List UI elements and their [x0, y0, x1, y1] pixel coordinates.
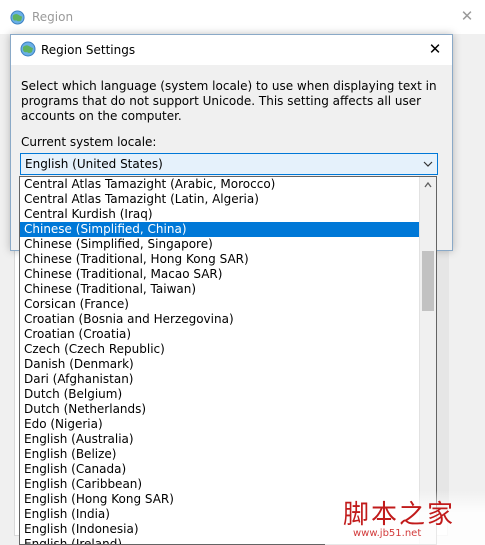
locale-option[interactable]: Dari (Afghanistan)	[20, 372, 420, 387]
locale-option[interactable]: English (Belize)	[20, 447, 420, 462]
globe-icon	[10, 10, 25, 28]
outer-window-title: Region	[32, 10, 74, 24]
locale-option[interactable]: Central Atlas Tamazight (Arabic, Morocco…	[20, 177, 420, 192]
globe-icon	[20, 41, 36, 60]
locale-option[interactable]: Croatian (Bosnia and Herzegovina)	[20, 312, 420, 327]
locale-option[interactable]: Croatian (Croatia)	[20, 327, 420, 342]
outer-window-titlebar: Region ✕	[0, 0, 485, 34]
locale-option[interactable]: Dutch (Netherlands)	[20, 402, 420, 417]
locale-option[interactable]: Chinese (Traditional, Macao SAR)	[20, 267, 420, 282]
chevron-down-icon	[422, 157, 434, 174]
locale-option[interactable]: English (Australia)	[20, 432, 420, 447]
dropdown-scrollbar[interactable]	[419, 177, 436, 544]
locale-option[interactable]: Chinese (Simplified, China)	[20, 222, 420, 237]
locale-option[interactable]: Danish (Denmark)	[20, 357, 420, 372]
system-locale-select[interactable]: English (United States)	[20, 153, 438, 175]
current-locale-label: Current system locale:	[21, 135, 157, 149]
close-icon[interactable]: ✕	[459, 7, 475, 25]
site-watermark: 脚本之家 www.jb51.net	[325, 490, 485, 545]
locale-option[interactable]: Chinese (Simplified, Singapore)	[20, 237, 420, 252]
scroll-up-arrow-icon[interactable]	[422, 179, 434, 191]
watermark-title: 脚本之家	[343, 500, 456, 530]
selected-locale-value: English (United States)	[25, 157, 163, 171]
locale-option[interactable]: Chinese (Traditional, Hong Kong SAR)	[20, 252, 420, 267]
locale-option[interactable]: English (Canada)	[20, 462, 420, 477]
scroll-thumb[interactable]	[422, 251, 434, 311]
dialog-title: Region Settings	[41, 43, 136, 57]
locale-option[interactable]: Czech (Czech Republic)	[20, 342, 420, 357]
close-icon[interactable]: ✕	[426, 40, 444, 58]
locale-option[interactable]: Edo (Nigeria)	[20, 417, 420, 432]
dialog-titlebar: Region Settings ✕	[11, 35, 452, 65]
watermark-url: www.jb51.net	[353, 528, 422, 539]
locale-option[interactable]: Chinese (Traditional, Taiwan)	[20, 282, 420, 297]
locale-option[interactable]: Central Atlas Tamazight (Latin, Algeria)	[20, 192, 420, 207]
locale-option[interactable]: Corsican (France)	[20, 297, 420, 312]
dialog-description: Select which language (system locale) to…	[21, 79, 437, 123]
locale-option[interactable]: Dutch (Belgium)	[20, 387, 420, 402]
locale-option[interactable]: Central Kurdish (Iraq)	[20, 207, 420, 222]
